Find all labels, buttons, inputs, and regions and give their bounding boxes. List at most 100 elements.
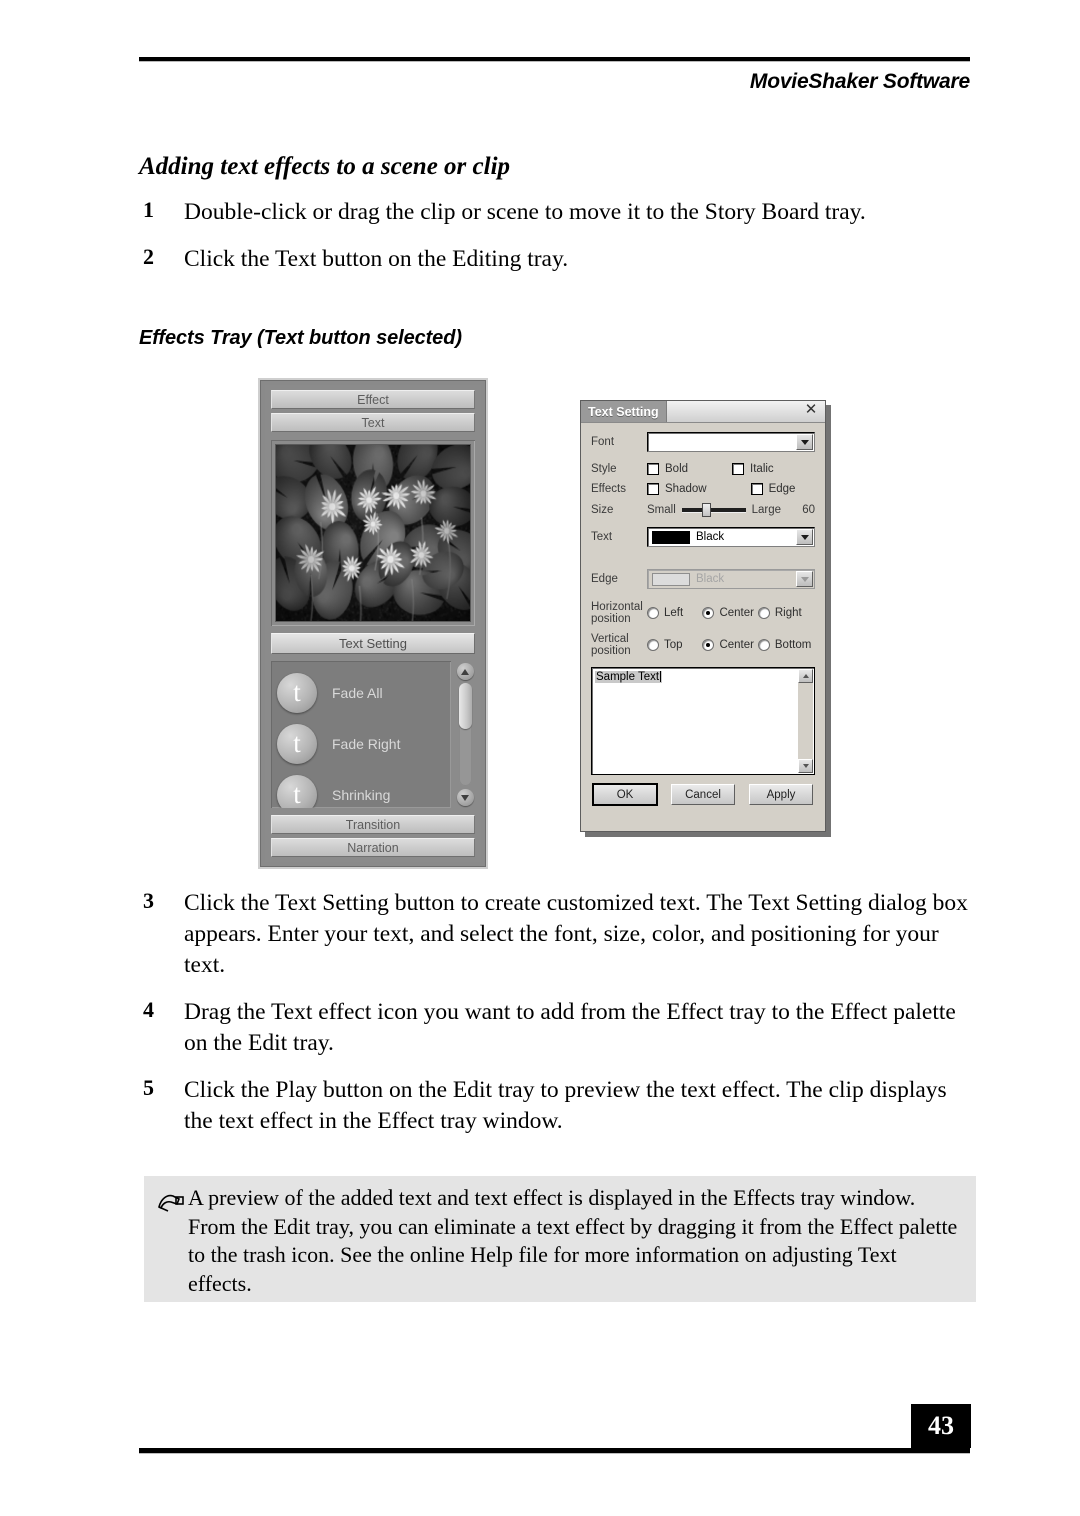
checkbox-icon[interactable] [751, 483, 763, 495]
dialog-title: Text Setting [581, 401, 667, 422]
vertical-position-label-line1: Vertical [591, 633, 647, 645]
size-slider[interactable] [682, 503, 746, 517]
footer-rule [139, 1448, 970, 1453]
chevron-down-icon[interactable] [796, 434, 813, 450]
close-icon[interactable]: ✕ [803, 402, 819, 418]
step-number: 4 [143, 997, 154, 1023]
bold-label: Bold [665, 463, 688, 475]
dialog-title-bar: Text Setting ✕ [581, 401, 825, 423]
radio-icon[interactable] [758, 639, 770, 651]
slider-track [682, 508, 746, 512]
text-setting-dialog: Text Setting ✕ Font Style Bold Italic Ef… [580, 400, 826, 832]
horizontal-position-label-line1: Horizontal [591, 601, 647, 613]
radio-label: Center [719, 639, 754, 651]
list-item: 2 Click the Text button on the Editing t… [139, 244, 979, 275]
text-tab-button[interactable]: Text [271, 413, 475, 432]
effects-list-scrollbar[interactable] [455, 661, 475, 808]
scroll-down-icon[interactable] [798, 759, 813, 773]
header-rule [139, 57, 970, 61]
note-text: A preview of the added text and text eff… [188, 1184, 962, 1298]
radio-v-center[interactable]: Center [702, 639, 757, 651]
radio-label: Right [775, 607, 802, 619]
list-item[interactable]: t Shrinking [277, 769, 451, 808]
effect-label: Fade All [332, 685, 383, 701]
size-min-label: Small [647, 504, 676, 516]
size-max-label: Large [752, 504, 781, 516]
effect-tab-button[interactable]: Effect [271, 390, 475, 409]
apply-button[interactable]: Apply [749, 784, 813, 805]
step-text: Click the Play button on the Edit tray t… [184, 1077, 947, 1134]
text-effect-icon[interactable]: t [277, 724, 317, 764]
scrollbar-track[interactable] [459, 683, 472, 786]
scroll-down-icon[interactable] [457, 789, 474, 806]
ok-button[interactable]: OK [593, 784, 657, 805]
radio-label: Bottom [775, 639, 811, 651]
effects-list-container: t Fade All t Fade Right t Shrinking [271, 661, 475, 808]
italic-checkbox[interactable]: Italic [732, 463, 774, 475]
vertical-position-label: Vertical position [591, 633, 647, 657]
radio-v-bottom[interactable]: Bottom [758, 639, 813, 651]
chevron-down-icon[interactable] [796, 529, 813, 545]
radio-icon[interactable] [647, 639, 659, 651]
edge-color-select[interactable]: Black [647, 569, 815, 589]
horizontal-position-label: Horizontal position [591, 601, 647, 625]
vertical-position-label-line2: position [591, 645, 647, 657]
effect-label: Shrinking [332, 787, 390, 803]
checkbox-icon[interactable] [732, 463, 744, 475]
list-item[interactable]: t Fade Right [277, 718, 451, 769]
text-color-select[interactable]: Black [647, 527, 815, 547]
shadow-checkbox[interactable]: Shadow [647, 483, 707, 495]
checkbox-icon[interactable] [647, 463, 659, 475]
text-color-value: Black [696, 531, 724, 543]
checkbox-icon[interactable] [647, 483, 659, 495]
narration-tab-button[interactable]: Narration [271, 838, 475, 857]
radio-h-left[interactable]: Left [647, 607, 702, 619]
effects-tray-panel: Effect Text Text Setting t Fade All t Fa… [258, 378, 488, 869]
vertical-position-radios: Top Center Bottom [647, 639, 815, 651]
effects-tray-bottom: Transition Narration [271, 815, 475, 857]
text-setting-button[interactable]: Text Setting [271, 633, 475, 654]
step-number: 5 [143, 1075, 154, 1101]
radio-icon[interactable] [758, 607, 770, 619]
text-effect-icon[interactable]: t [277, 775, 317, 809]
effects-tray-inner: Effect Text Text Setting t Fade All t Fa… [265, 385, 481, 862]
radio-label: Left [664, 607, 683, 619]
style-row: Style Bold Italic [591, 463, 815, 475]
font-row: Font [591, 432, 815, 452]
text-input-value: Sample Text [595, 671, 662, 683]
text-input[interactable]: Sample Text [591, 667, 815, 775]
radio-icon[interactable] [702, 639, 714, 651]
slider-handle[interactable] [702, 503, 711, 517]
style-label: Style [591, 463, 647, 475]
edge-color-row: Edge Black [591, 569, 815, 589]
chevron-down-icon[interactable] [796, 571, 813, 587]
cancel-button[interactable]: Cancel [671, 784, 735, 805]
vertical-position-row: Vertical position Top Center Bottom [591, 633, 815, 657]
transition-tab-button[interactable]: Transition [271, 815, 475, 834]
radio-icon[interactable] [702, 607, 714, 619]
bold-checkbox[interactable]: Bold [647, 463, 688, 475]
textarea-scrollbar[interactable] [798, 669, 813, 773]
note-callout: A preview of the added text and text eff… [144, 1176, 976, 1302]
radio-h-center[interactable]: Center [702, 607, 757, 619]
size-row: Size Small Large 60 [591, 503, 815, 517]
list-item: 1 Double-click or drag the clip or scene… [139, 197, 979, 228]
steps-list-bottom: 3 Click the Text Setting button to creat… [139, 888, 979, 1153]
radio-h-right[interactable]: Right [758, 607, 813, 619]
note-pencil-icon [156, 1190, 186, 1214]
font-select[interactable] [647, 432, 815, 452]
list-item[interactable]: t Fade All [277, 667, 451, 718]
dialog-button-bar: OK Cancel Apply [591, 784, 815, 805]
scroll-up-icon[interactable] [798, 669, 813, 683]
preview-frame [271, 440, 475, 626]
text-effect-icon[interactable]: t [277, 673, 317, 713]
scroll-up-icon[interactable] [457, 663, 474, 680]
radio-icon[interactable] [647, 607, 659, 619]
edge-checkbox[interactable]: Edge [751, 483, 796, 495]
preview-image [275, 444, 471, 622]
scrollbar-thumb[interactable] [459, 683, 472, 729]
radio-v-top[interactable]: Top [647, 639, 702, 651]
document-page: MovieShaker Software Adding text effects… [0, 0, 1080, 1516]
horizontal-position-radios: Left Center Right [647, 607, 815, 619]
color-swatch [652, 531, 690, 544]
